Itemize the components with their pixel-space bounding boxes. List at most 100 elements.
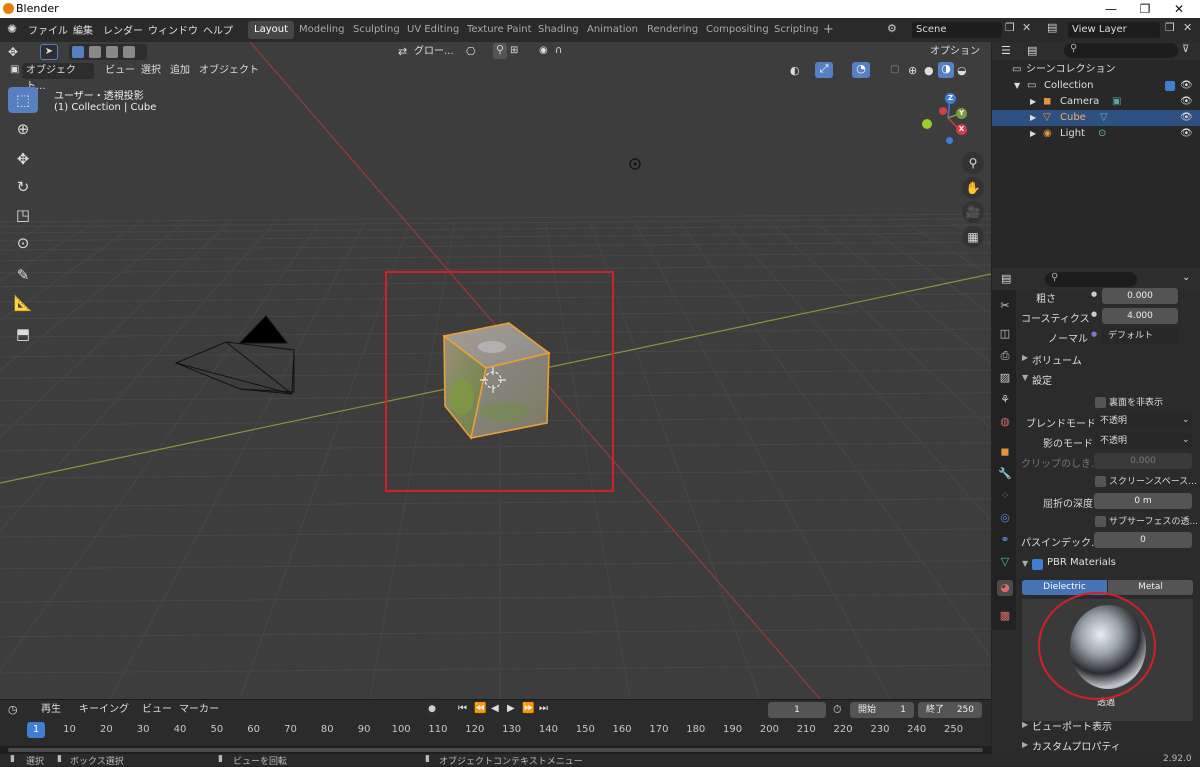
shadow-mode-dropdown[interactable]: 不透明 (1094, 433, 1192, 449)
settings-arrow-icon[interactable]: ▼ (1022, 373, 1028, 382)
object-mode-dropdown[interactable]: オブジェクト... (22, 63, 94, 92)
mode-new-icon[interactable] (72, 46, 84, 58)
menu-window[interactable]: ウィンドウ (148, 22, 198, 37)
outliner-editor-icon[interactable]: ☰ (1001, 44, 1011, 57)
editor-type-icon[interactable]: ✥ (8, 45, 18, 59)
object-tab-icon[interactable]: ◼ (997, 444, 1013, 460)
visibility-icon[interactable]: ◐ (790, 64, 800, 77)
minimize-button[interactable]: — (1094, 0, 1128, 18)
tab-layout[interactable]: Layout (248, 21, 294, 39)
outliner-collection[interactable]: ▼ ▭ Collection 👁 (992, 78, 1200, 94)
refraction-depth-field[interactable]: 0 m (1094, 493, 1192, 509)
remove-view-layer-icon[interactable]: ✕ (1183, 21, 1192, 34)
3d-viewport[interactable]: ✥ ➤ ⇄ グロー... ⎔ ⚲ ⊞ ◉ ∩ オプション ▣ オブジェクト...… (0, 42, 991, 699)
falloff-icon[interactable]: ∩ (555, 45, 562, 56)
select-tool-icon[interactable]: ➤ (40, 44, 58, 60)
custom-props-section[interactable]: カスタムプロパティ (1032, 738, 1121, 753)
backface-checkbox[interactable] (1095, 397, 1106, 408)
camera-data-icon[interactable]: ▣ (1112, 94, 1121, 110)
output-tab-icon[interactable]: ⎙ (997, 348, 1013, 364)
expand-arrow-icon[interactable]: ▶ (1030, 110, 1036, 126)
tab-animation[interactable]: Animation (581, 21, 644, 39)
xray-icon[interactable]: ▢ (890, 64, 899, 75)
modifier-tab-icon[interactable]: 🔧 (997, 466, 1013, 482)
gizmo-neg-x-icon[interactable] (939, 107, 947, 115)
options-dropdown[interactable]: オプション (926, 44, 984, 60)
playhead[interactable]: 1 (27, 722, 45, 738)
pivot-icon[interactable]: ⎔ (466, 45, 476, 58)
tab-uv-editing[interactable]: UV Editing (401, 21, 465, 39)
material-tab-icon[interactable]: ◕ (997, 580, 1013, 596)
gizmo-z-icon[interactable]: Z (945, 93, 956, 104)
proportional-edit-icon[interactable]: ◉ (539, 45, 548, 56)
overlay-toggle-icon[interactable]: ◔ (852, 62, 870, 78)
scene-field[interactable]: Scene (912, 22, 1002, 38)
menu-object[interactable]: オブジェクト (195, 63, 263, 79)
physics-tab-icon[interactable]: ◎ (997, 510, 1013, 526)
expand-arrow-icon[interactable]: ▶ (1030, 94, 1036, 110)
viewport-display-section[interactable]: ビューポート表示 (1032, 718, 1112, 733)
pan-hand-icon[interactable]: ✋ (962, 177, 984, 199)
mode-subtract-icon[interactable] (106, 46, 118, 58)
normal-dropdown[interactable]: デフォルト (1102, 328, 1178, 344)
mode-extend-icon[interactable] (89, 46, 101, 58)
render-tab-icon[interactable]: ◫ (997, 326, 1013, 342)
cursor-tool[interactable]: ⊕ (8, 116, 38, 142)
roughness-dot-icon[interactable]: ● (1091, 290, 1097, 298)
mode-invert-icon[interactable] (123, 46, 135, 58)
measure-tool[interactable]: 📐 (8, 290, 38, 316)
filter-icon[interactable]: ⊽ (1182, 44, 1189, 55)
tab-texture-paint[interactable]: Texture Paint (461, 21, 538, 39)
tab-scripting[interactable]: Scripting (768, 21, 824, 39)
remove-scene-icon[interactable]: ✕ (1022, 21, 1031, 34)
caustics-dot-icon[interactable]: ● (1091, 310, 1097, 318)
view-layer-tab-icon[interactable]: ▨ (997, 370, 1013, 386)
world-tab-icon[interactable]: ◍ (997, 414, 1013, 430)
scene-tab-icon[interactable]: ⚘ (997, 392, 1013, 408)
normal-dot-icon[interactable]: ● (1091, 330, 1097, 338)
select-box-tool[interactable]: ⬚ (8, 87, 38, 113)
properties-options-icon[interactable]: ⌄ (1182, 272, 1190, 283)
viewport-display-arrow-icon[interactable]: ▶ (1022, 720, 1028, 729)
gizmo-x-icon[interactable]: X (956, 124, 967, 135)
tab-shading[interactable]: Shading (532, 21, 585, 39)
pbr-arrow-icon[interactable]: ▼ (1022, 559, 1028, 568)
collapse-arrow-icon[interactable]: ▼ (1014, 78, 1020, 94)
camera-view-icon[interactable]: 🎥 (962, 201, 984, 223)
tab-modeling[interactable]: Modeling (293, 21, 351, 39)
perspective-grid-icon[interactable]: ▦ (962, 226, 984, 248)
material-shading-icon[interactable]: ◑ (938, 62, 954, 78)
gizmo-neg-z-icon[interactable] (946, 137, 953, 144)
view-layer-field[interactable]: View Layer (1068, 22, 1160, 38)
menu-add[interactable]: 追加 (166, 63, 194, 79)
outliner-item-cube[interactable]: ▶ ▽ Cube ▽ 👁 (992, 110, 1200, 126)
move-tool[interactable]: ✥ (8, 146, 38, 172)
add-cube-tool[interactable]: ⬒ (8, 321, 38, 347)
gizmo-neg-y-icon[interactable] (922, 119, 932, 129)
collection-checkbox[interactable] (1165, 81, 1175, 91)
snap-icon[interactable]: ⚲ (493, 43, 507, 59)
close-button[interactable]: ✕ (1162, 0, 1196, 18)
outliner-scene-collection[interactable]: ▭ シーンコレクション (992, 62, 1200, 78)
caustics-field[interactable]: 4.000 (1102, 308, 1178, 324)
cube-eye-icon[interactable]: 👁 (1180, 110, 1193, 126)
collection-eye-icon[interactable]: 👁 (1180, 78, 1193, 94)
camera-eye-icon[interactable]: 👁 (1180, 94, 1193, 110)
snap-target-icon[interactable]: ⊞ (510, 45, 518, 56)
new-scene-icon[interactable]: ❐ (1005, 21, 1015, 34)
solid-shading-icon[interactable]: ● (924, 64, 934, 77)
tab-sculpting[interactable]: Sculpting (347, 21, 406, 39)
zoom-icon[interactable]: ⚲ (962, 152, 984, 174)
maximize-button[interactable]: ❐ (1128, 0, 1162, 18)
menu-render[interactable]: レンダー (103, 22, 143, 37)
gizmo-y-icon[interactable]: Y (956, 108, 967, 119)
add-workspace-button[interactable]: + (817, 21, 840, 39)
light-data-icon[interactable]: ⊙ (1098, 126, 1106, 142)
menu-edit[interactable]: 編集 (73, 22, 93, 37)
mesh-data-icon[interactable]: ▽ (1100, 110, 1108, 126)
transform-tool[interactable]: ⊙ (8, 230, 38, 256)
outliner-item-light[interactable]: ▶ ◉ Light ⊙ 👁 (992, 126, 1200, 142)
menu-file[interactable]: ファイル (28, 22, 68, 37)
settings-section[interactable]: 設定 (1032, 372, 1052, 387)
menu-select[interactable]: 選択 (137, 63, 165, 79)
